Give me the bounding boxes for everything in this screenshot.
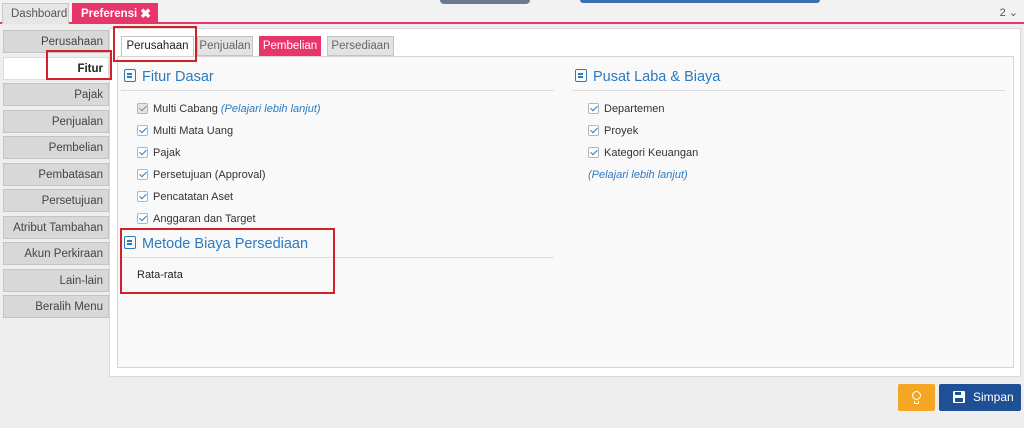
checkbox-icon[interactable] xyxy=(588,103,599,114)
checkbox-proyek[interactable]: Proyek xyxy=(588,123,638,139)
sidebar-item-akun-perkiraan[interactable]: Akun Perkiraan xyxy=(3,242,109,265)
sidebar-item-beralih-menu[interactable]: Beralih Menu xyxy=(3,295,109,318)
checkbox-label: Departemen xyxy=(604,103,665,115)
checkbox-icon[interactable] xyxy=(137,125,148,136)
tab-pembelian[interactable]: Pembelian xyxy=(259,36,321,56)
learn-more-link[interactable]: (Pelajari lebih lanjut) xyxy=(588,167,688,183)
checkbox-icon[interactable] xyxy=(137,169,148,180)
checkbox-icon[interactable] xyxy=(137,191,148,202)
checkbox-pajak[interactable]: Pajak xyxy=(137,145,181,161)
sidebar-item-label: Beralih Menu xyxy=(35,301,103,313)
checkbox-pencatatan-aset[interactable]: Pencatatan Aset xyxy=(137,189,233,205)
sidebar-item-penjualan[interactable]: Penjualan xyxy=(3,109,109,133)
sidebar-item-perusahaan[interactable]: Perusahaan xyxy=(3,30,109,53)
preferences-side-menu: Perusahaan Fitur Pajak Penjualan Pembeli… xyxy=(3,30,109,322)
section-title-text: Fitur Dasar xyxy=(142,69,214,85)
section-title-fitur-dasar: Fitur Dasar xyxy=(124,69,214,85)
checkbox-persetujuan[interactable]: Persetujuan (Approval) xyxy=(137,167,266,183)
header-decoration-bar xyxy=(580,0,820,3)
checkbox-icon[interactable] xyxy=(137,213,148,224)
checkbox-multi-mata-uang[interactable]: Multi Mata Uang xyxy=(137,123,233,139)
close-icon[interactable]: ✖ xyxy=(140,4,151,24)
top-tab-bar: Dashboard Preferensi ✖ 2 ⌄ xyxy=(0,0,1024,24)
checkbox-anggaran-target[interactable]: Anggaran dan Target xyxy=(137,211,256,227)
checkbox-departemen[interactable]: Departemen xyxy=(588,101,665,117)
checkbox-icon[interactable] xyxy=(137,147,148,158)
sidebar-item-persetujuan[interactable]: Persetujuan xyxy=(3,189,109,212)
document-icon xyxy=(124,236,136,249)
section-title-text: Pusat Laba & Biaya xyxy=(593,69,721,85)
checkbox-label: Proyek xyxy=(604,125,639,137)
save-button[interactable]: Simpan xyxy=(939,384,1021,411)
sidebar-item-fitur[interactable]: Fitur xyxy=(3,56,109,80)
sidebar-item-pembatasan[interactable]: Pembatasan xyxy=(3,162,109,186)
section-title-text: Metode Biaya Persediaan xyxy=(142,236,309,252)
sidebar-item-label: Lain-lain xyxy=(59,274,103,287)
tips-button[interactable] xyxy=(898,384,935,411)
checkbox-kategori-keuangan[interactable]: Kategori Keuangan xyxy=(588,145,698,161)
checkbox-multi-cabang[interactable]: Multi Cabang (Pelajari lebih lanjut) xyxy=(137,101,321,117)
tab-perusahaan[interactable]: Perusahaan xyxy=(121,36,194,57)
checkbox-label: Multi Cabang xyxy=(153,103,218,115)
section-divider xyxy=(121,257,554,258)
building-icon xyxy=(575,69,587,82)
floppy-disk-icon xyxy=(953,391,965,403)
learn-more-link[interactable]: (Pelajari lebih lanjut) xyxy=(221,103,321,115)
costing-method-value[interactable]: Rata-rata xyxy=(137,269,183,281)
window-selector[interactable]: 2 ⌄ xyxy=(1000,6,1018,19)
sidebar-item-label: Fitur xyxy=(77,62,103,75)
header-decoration xyxy=(440,0,530,4)
sidebar-item-label: Akun Perkiraan xyxy=(24,248,103,260)
tab-preferensi-label: Preferensi xyxy=(81,8,138,20)
tab-dashboard-label: Dashboard xyxy=(11,8,68,20)
sidebar-item-atribut-tambahan[interactable]: Atribut Tambahan xyxy=(3,215,109,239)
lightbulb-icon xyxy=(912,391,921,400)
sidebar-item-label: Pembelian xyxy=(48,142,103,154)
tab-penjualan[interactable]: Penjualan xyxy=(197,36,253,56)
tab-persediaan[interactable]: Persediaan xyxy=(327,36,394,56)
sidebar-item-label: Perusahaan xyxy=(40,36,103,48)
section-title-metode-biaya: Metode Biaya Persediaan xyxy=(124,236,308,252)
checkbox-label: Multi Mata Uang xyxy=(153,125,234,137)
document-icon xyxy=(124,69,136,82)
sidebar-item-label: Persetujuan xyxy=(41,195,103,207)
checkbox-label: Persetujuan (Approval) xyxy=(153,169,266,181)
sidebar-item-pajak[interactable]: Pajak xyxy=(3,83,109,106)
tab-preferensi[interactable]: Preferensi ✖ xyxy=(72,3,158,24)
section-title-pusat-laba: Pusat Laba & Biaya xyxy=(575,69,720,85)
sidebar-item-label: Penjualan xyxy=(51,115,103,128)
checkbox-label: Kategori Keuangan xyxy=(604,147,699,159)
sidebar-item-pembelian[interactable]: Pembelian xyxy=(3,136,109,159)
checkbox-label: Pajak xyxy=(153,147,181,159)
section-divider xyxy=(572,90,1005,91)
sidebar-item-label: Atribut Tambahan xyxy=(13,221,103,234)
section-divider xyxy=(121,90,554,91)
tab-dashboard[interactable]: Dashboard xyxy=(2,3,69,24)
sidebar-item-label: Pajak xyxy=(74,89,103,101)
checkbox-label: Anggaran dan Target xyxy=(153,213,256,225)
sidebar-item-label: Pembatasan xyxy=(38,168,103,181)
save-button-label: Simpan xyxy=(973,390,1014,404)
checkbox-label: Pencatatan Aset xyxy=(153,191,234,203)
checkbox-icon[interactable] xyxy=(588,125,599,136)
sidebar-item-lain-lain[interactable]: Lain-lain xyxy=(3,268,109,292)
checkbox-icon[interactable] xyxy=(137,103,148,114)
checkbox-icon[interactable] xyxy=(588,147,599,158)
